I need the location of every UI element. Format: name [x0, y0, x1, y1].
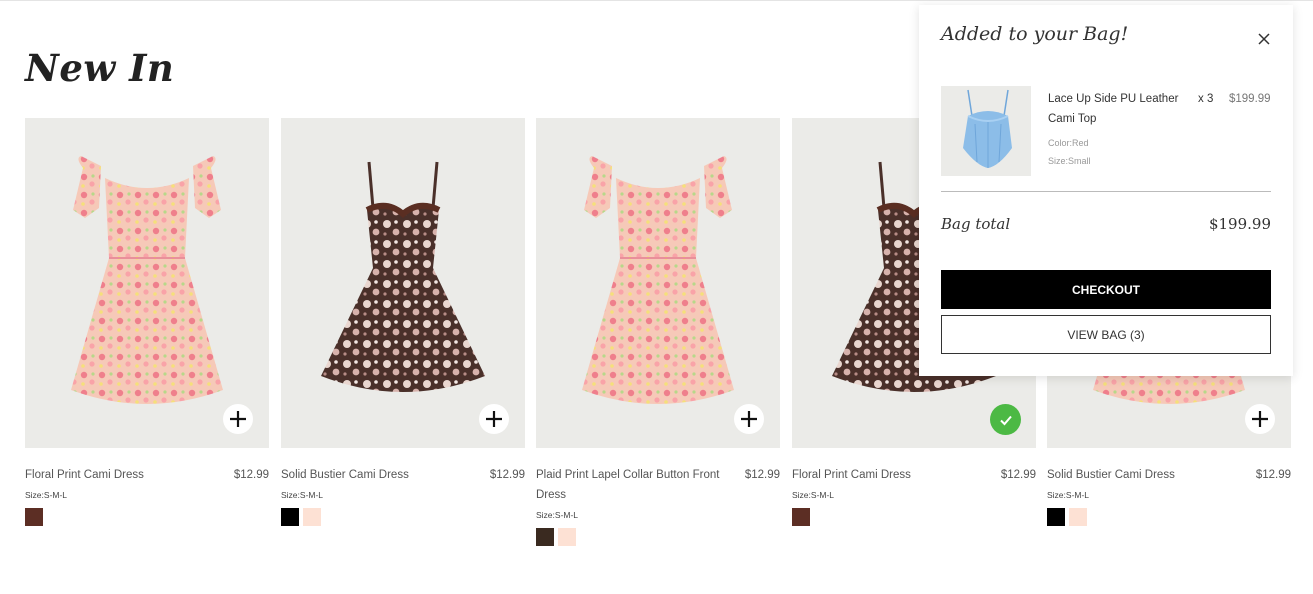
close-icon[interactable] [1257, 32, 1271, 46]
product-sizes: Size:S-M-L [281, 490, 324, 500]
plus-icon [230, 411, 246, 427]
bag-divider [941, 191, 1271, 192]
product-sizes: Size:S-M-L [25, 490, 68, 500]
product-name[interactable]: Solid Bustier Cami Dress [1047, 465, 1237, 485]
dress-image [321, 161, 485, 392]
product-card[interactable]: Solid Bustier Cami Dress $12.99 Size:S-M-L [281, 118, 525, 526]
bag-popup-title: Added to your Bag! [941, 23, 1129, 45]
dress-image [582, 156, 734, 404]
bag-item-color: Color:Red [1048, 138, 1089, 148]
color-swatch[interactable] [25, 508, 43, 526]
plus-icon [741, 411, 757, 427]
product-card[interactable]: Plaid Print Lapel Collar Button Front Dr… [536, 118, 780, 546]
product-price: $12.99 [489, 469, 525, 481]
color-swatches [281, 508, 525, 526]
bag-item-size: Size:Small [1048, 156, 1091, 166]
bag-item-quantity: x 3 [1198, 93, 1214, 105]
checkout-button[interactable]: CHECKOUT [941, 270, 1271, 309]
page-title: New In [25, 46, 175, 90]
product-name[interactable]: Solid Bustier Cami Dress [281, 465, 471, 485]
product-image[interactable] [536, 118, 780, 448]
added-to-bag-button[interactable] [990, 404, 1021, 435]
color-swatches [792, 508, 1036, 526]
color-swatch[interactable] [536, 528, 554, 546]
add-to-bag-button[interactable] [223, 404, 253, 434]
bag-item-thumbnail[interactable] [941, 86, 1031, 176]
color-swatch[interactable] [1069, 508, 1087, 526]
view-bag-button[interactable]: VIEW BAG (3) [941, 315, 1271, 354]
product-name[interactable]: Floral Print Cami Dress [25, 465, 215, 485]
plus-icon [1252, 411, 1268, 427]
product-price: $12.99 [1000, 469, 1036, 481]
product-sizes: Size:S-M-L [792, 490, 835, 500]
color-swatch[interactable] [558, 528, 576, 546]
color-swatch[interactable] [792, 508, 810, 526]
product-price: $12.99 [233, 469, 269, 481]
product-card[interactable]: Floral Print Cami Dress $12.99 Size:S-M-L [25, 118, 269, 526]
product-image[interactable] [25, 118, 269, 448]
plus-icon [486, 411, 502, 427]
bag-item-price: $199.99 [1229, 93, 1271, 105]
product-name[interactable]: Floral Print Cami Dress [792, 465, 982, 485]
add-to-bag-button[interactable] [734, 404, 764, 434]
add-to-bag-button[interactable] [1245, 404, 1275, 434]
color-swatches [536, 528, 780, 546]
bag-item-name[interactable]: Lace Up Side PU Leather Cami Top [1048, 89, 1188, 129]
color-swatches [1047, 508, 1291, 526]
product-name[interactable]: Plaid Print Lapel Collar Button Front Dr… [536, 465, 726, 505]
color-swatches [25, 508, 269, 526]
check-icon [999, 415, 1012, 425]
bag-total-value: $199.99 [1208, 215, 1271, 233]
add-to-bag-button[interactable] [479, 404, 509, 434]
mini-bag-popup: Added to your Bag! Lace Up Side PU Leath… [919, 5, 1293, 376]
bag-total-label: Bag total [941, 215, 1011, 233]
product-image[interactable] [281, 118, 525, 448]
top-divider [0, 0, 1313, 1]
product-price: $12.99 [744, 469, 780, 481]
dress-image [71, 156, 223, 404]
product-sizes: Size:S-M-L [1047, 490, 1090, 500]
color-swatch[interactable] [281, 508, 299, 526]
cami-top-image [963, 89, 1012, 168]
color-swatch[interactable] [303, 508, 321, 526]
product-price: $12.99 [1255, 469, 1291, 481]
color-swatch[interactable] [1047, 508, 1065, 526]
product-sizes: Size:S-M-L [536, 510, 579, 520]
